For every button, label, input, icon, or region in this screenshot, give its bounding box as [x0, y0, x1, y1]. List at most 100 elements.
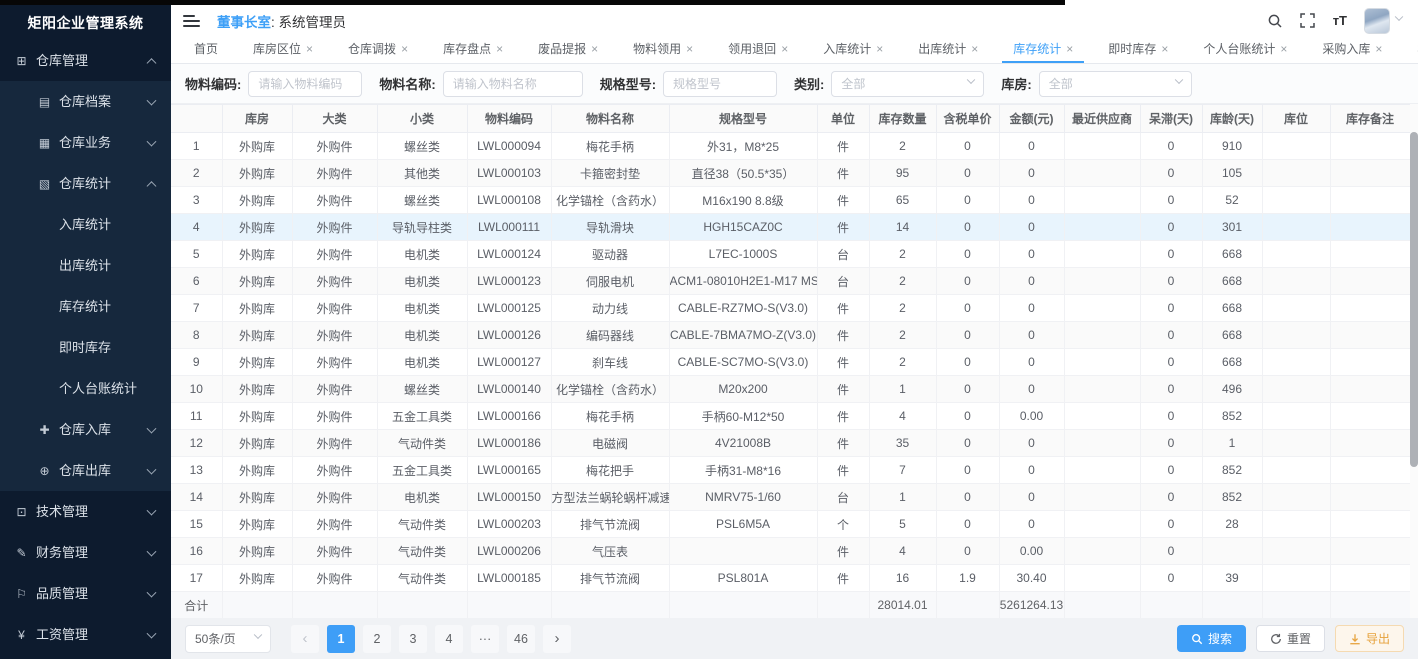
sidebar-item-label: 仓库统计 — [59, 176, 111, 191]
table-row[interactable]: 4外购库外购件导轨导柱类LWL000111导轨滑块HGH15CAZ0C件1400… — [171, 214, 1410, 241]
close-icon[interactable]: × — [1066, 43, 1073, 55]
page-size-select[interactable]: 50条/页 — [185, 625, 271, 653]
prev-page-button[interactable]: ‹ — [291, 625, 319, 653]
col-unit: 单位 — [817, 105, 869, 133]
page-button-1[interactable]: 1 — [327, 625, 355, 653]
table-row[interactable]: 14外购库外购件电机类LWL000150方型法兰蜗轮蜗杆减速机NMRV75-1/… — [171, 484, 1410, 511]
close-icon[interactable]: × — [1375, 43, 1382, 55]
tab-realtime-stock[interactable]: 即时库存× — [1097, 36, 1179, 63]
tab-inbound-stats[interactable]: 入库统计× — [812, 36, 894, 63]
tab-warehouse-transfer[interactable]: 仓库调拨× — [337, 36, 419, 63]
tab-home[interactable]: 首页 — [183, 36, 229, 63]
table-row[interactable]: 1外购库外购件螺丝类LWL000094梅花手柄外31，M8*25件2000910 — [171, 133, 1410, 160]
close-icon[interactable]: × — [591, 43, 598, 55]
close-icon[interactable]: × — [1280, 43, 1287, 55]
table-row[interactable]: 17外购库外购件气动件类LWL000185排气节流阀PSL801A件161.93… — [171, 565, 1410, 592]
table-row[interactable]: 7外购库外购件电机类LWL000125动力线CABLE-RZ7MO-S(V3.0… — [171, 295, 1410, 322]
table-row[interactable]: 11外购库外购件五金工具类LWL000166梅花手柄手柄60-M12*50件40… — [171, 403, 1410, 430]
cell-stock-age-days: 496 — [1202, 376, 1262, 403]
page-button-2[interactable]: 2 — [363, 625, 391, 653]
cell-material-name: 导轨滑块 — [551, 214, 669, 241]
sidebar-item-warehouse-outbound[interactable]: ⊕仓库出库 — [0, 450, 171, 491]
sidebar-item-realtime-stock[interactable]: 即时库存 — [0, 327, 171, 368]
search-icon[interactable] — [1267, 13, 1283, 29]
sidebar-item-outbound-stats[interactable]: 出库统计 — [0, 245, 171, 286]
table-row[interactable]: 10外购库外购件螺丝类LWL000140化学锚栓（含药水）M20x200件100… — [171, 376, 1410, 403]
reset-button[interactable]: 重置 — [1256, 625, 1325, 652]
sidebar-item-tech-mgmt[interactable]: ⊡技术管理 — [0, 491, 171, 532]
close-icon[interactable]: × — [686, 43, 693, 55]
tab-outbound-stats[interactable]: 出库统计× — [907, 36, 989, 63]
cell-material-name: 气压表 — [551, 538, 669, 565]
close-icon[interactable]: × — [496, 43, 503, 55]
cell-major-class: 外购件 — [292, 160, 377, 187]
sidebar-item-label: 入库统计 — [59, 217, 111, 232]
category-select[interactable]: 全部 — [831, 71, 984, 97]
material-name-input[interactable] — [443, 71, 583, 97]
sidebar-menu: ⊞仓库管理▤仓库档案▦仓库业务▧仓库统计入库统计出库统计库存统计即时库存个人台账… — [0, 40, 171, 655]
cell-amount-yuan: 0 — [999, 376, 1064, 403]
tab-purchase-inbound[interactable]: 采购入库× — [1311, 36, 1393, 63]
more-pages-button[interactable]: ··· — [471, 625, 499, 653]
cell-warehouse: 外购库 — [222, 187, 292, 214]
table-row[interactable]: 12外购库外购件气动件类LWL000186电磁阀4V21008B件350001 — [171, 430, 1410, 457]
cell-stock-qty: 95 — [869, 160, 936, 187]
close-icon[interactable]: × — [876, 43, 883, 55]
cell-recent-supplier — [1064, 133, 1140, 160]
cell-warehouse: 外购库 — [222, 376, 292, 403]
tab-material-requisition[interactable]: 物料领用× — [622, 36, 704, 63]
menu-fold-icon[interactable] — [183, 15, 200, 27]
page-button-3[interactable]: 3 — [399, 625, 427, 653]
vertical-scrollbar-thumb[interactable] — [1410, 132, 1418, 467]
tab-scrap-report[interactable]: 废品提报× — [527, 36, 609, 63]
total-row-index: 合计 — [171, 592, 222, 619]
sidebar-item-warehouse-mgmt[interactable]: ⊞仓库管理 — [0, 40, 171, 81]
sidebar-item-quality-mgmt[interactable]: ⚐品质管理 — [0, 573, 171, 614]
table-row[interactable]: 2外购库外购件其他类LWL000103卡箍密封垫直径38（50.5*35）件95… — [171, 160, 1410, 187]
close-icon[interactable]: × — [1161, 43, 1168, 55]
cell-stock-age-days: 301 — [1202, 214, 1262, 241]
cell-unit: 件 — [817, 457, 869, 484]
avatar-dropdown[interactable] — [1364, 8, 1402, 34]
tab-personal-ledger[interactable]: 个人台账统计× — [1192, 36, 1298, 63]
sidebar-item-stock-stats[interactable]: 库存统计 — [0, 286, 171, 327]
font-size-icon[interactable]: тT — [1333, 13, 1347, 28]
tab-stock-stats[interactable]: 库存统计× — [1002, 36, 1084, 63]
table-row[interactable]: 6外购库外购件电机类LWL000123伺服电机ACM1-08010H2E1-M1… — [171, 268, 1410, 295]
close-icon[interactable]: × — [971, 43, 978, 55]
close-icon[interactable]: × — [781, 43, 788, 55]
tab-storage-area[interactable]: 库房区位× — [242, 36, 324, 63]
tab-inventory-check[interactable]: 库存盘点× — [432, 36, 514, 63]
table-row[interactable]: 8外购库外购件电机类LWL000126编码器线CABLE-7BMA7MO-Z(V… — [171, 322, 1410, 349]
table-row[interactable]: 13外购库外购件五金工具类LWL000165梅花把手手柄31-M8*16件700… — [171, 457, 1410, 484]
warehouse-select[interactable]: 全部 — [1039, 71, 1192, 97]
next-page-button[interactable]: › — [543, 625, 571, 653]
cell-tax-unit-price: 0 — [936, 322, 999, 349]
sidebar-item-warehouse-stats[interactable]: ▧仓库统计 — [0, 163, 171, 204]
table-row[interactable]: 15外购库外购件气动件类LWL000203排气节流阀PSL6M5A个500028 — [171, 511, 1410, 538]
search-button[interactable]: 搜索 — [1177, 625, 1246, 652]
export-button[interactable]: 导出 — [1335, 625, 1404, 652]
spec-input[interactable] — [663, 71, 777, 97]
fullscreen-icon[interactable] — [1300, 13, 1316, 29]
table-row[interactable]: 9外购库外购件电机类LWL000127刹车线CABLE-SC7MO-S(V3.0… — [171, 349, 1410, 376]
sidebar-item-warehouse-archive[interactable]: ▤仓库档案 — [0, 81, 171, 122]
material-code-input[interactable] — [248, 71, 362, 97]
tab-requisition-return[interactable]: 领用退回× — [717, 36, 799, 63]
table-row[interactable]: 16外购库外购件气动件类LWL000206气压表件400.000 — [171, 538, 1410, 565]
cell-stock-age-days: 852 — [1202, 484, 1262, 511]
sidebar-item-finance-mgmt[interactable]: ✎财务管理 — [0, 532, 171, 573]
cell-major-class: 外购件 — [292, 241, 377, 268]
page-button-4[interactable]: 4 — [435, 625, 463, 653]
close-icon[interactable]: × — [306, 43, 313, 55]
tab-machining-inbound[interactable]: 机加入库× — [1406, 36, 1418, 63]
sidebar-item-salary-mgmt[interactable]: ¥工资管理 — [0, 614, 171, 655]
sidebar-item-warehouse-inbound[interactable]: ✚仓库入库 — [0, 409, 171, 450]
sidebar-item-personal-ledger[interactable]: 个人台账统计 — [0, 368, 171, 409]
table-row[interactable]: 3外购库外购件螺丝类LWL000108化学锚栓（含药水）M16x190 8.8级… — [171, 187, 1410, 214]
close-icon[interactable]: × — [401, 43, 408, 55]
sidebar-item-inbound-stats[interactable]: 入库统计 — [0, 204, 171, 245]
sidebar-item-warehouse-business[interactable]: ▦仓库业务 — [0, 122, 171, 163]
page-button-46[interactable]: 46 — [507, 625, 535, 653]
table-row[interactable]: 5外购库外购件电机类LWL000124驱动器L7EC-1000S台2000668 — [171, 241, 1410, 268]
